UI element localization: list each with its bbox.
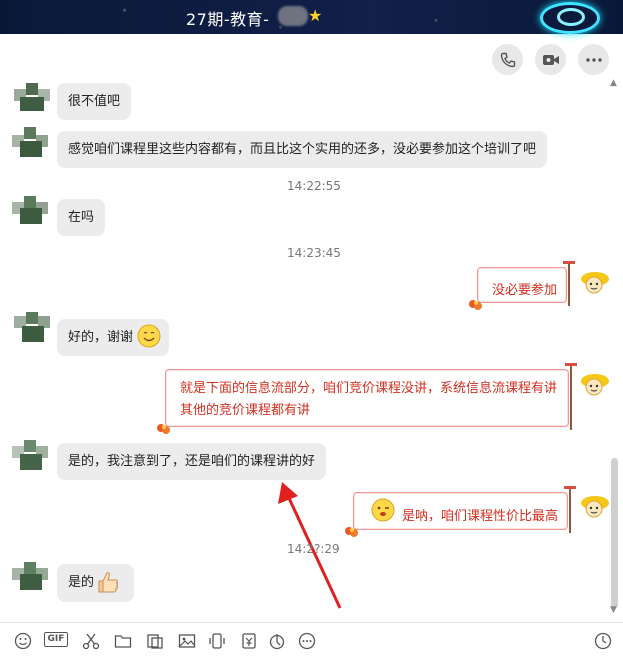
phone-icon[interactable] bbox=[492, 44, 523, 75]
voice-icon[interactable] bbox=[268, 632, 286, 650]
gif-label: GIF bbox=[44, 632, 68, 647]
avatar[interactable] bbox=[14, 83, 50, 119]
input-toolbar: GIF bbox=[0, 622, 623, 656]
message-text: 是的 bbox=[68, 575, 95, 590]
more-icon[interactable] bbox=[298, 632, 316, 650]
avatar[interactable] bbox=[14, 312, 50, 348]
folder-icon[interactable] bbox=[114, 632, 132, 650]
redacted-name bbox=[278, 6, 308, 26]
sent-message-line: 就是下面的信息流部分，咱们竞价课程没讲，系统信息流课程有讲 bbox=[180, 381, 558, 396]
bubble-pole-top bbox=[564, 486, 576, 489]
timestamp: 14:23:45 bbox=[287, 246, 341, 260]
emoji-icon[interactable] bbox=[14, 632, 32, 650]
qq-logo-inner bbox=[557, 8, 585, 26]
message-bubble: 在吗 bbox=[57, 199, 106, 236]
history-icon[interactable] bbox=[594, 632, 612, 650]
gif-icon[interactable]: GIF bbox=[44, 632, 68, 650]
sent-message-text: 没必要参加 bbox=[492, 283, 558, 298]
bubble-pole bbox=[570, 364, 572, 430]
thumbs-up-icon bbox=[98, 572, 118, 593]
timestamp: 14:2?:29 bbox=[287, 542, 340, 556]
scroll-up-icon[interactable]: ▲ bbox=[610, 78, 617, 88]
wink-emoji-icon bbox=[371, 498, 395, 522]
smile-emoji-icon bbox=[137, 324, 161, 348]
message-bubble: 感觉咱们课程里这些内容都有，而且比这个实用的还多，没必要参加这个培训了吧 bbox=[57, 131, 548, 168]
self-avatar[interactable] bbox=[580, 370, 610, 400]
scroll-down-icon[interactable]: ▼ bbox=[610, 605, 617, 615]
red-packet-icon[interactable] bbox=[240, 632, 258, 650]
avatar[interactable] bbox=[12, 440, 48, 476]
flower-icon bbox=[469, 300, 482, 310]
flower-icon bbox=[157, 424, 170, 434]
star-icon: ★ bbox=[308, 6, 323, 25]
message-bubble: 是的，我注意到了，还是咱们的课程讲的好 bbox=[57, 443, 327, 480]
call-buttons bbox=[492, 44, 609, 75]
avatar[interactable] bbox=[12, 127, 48, 163]
avatar[interactable] bbox=[12, 562, 48, 598]
image-icon[interactable] bbox=[178, 632, 196, 650]
bubble-pole-top bbox=[563, 261, 575, 264]
screenshot-icon[interactable] bbox=[146, 632, 164, 650]
shake-icon[interactable] bbox=[208, 632, 226, 650]
sent-message-text: 是呐，咱们课程性价比最高 bbox=[402, 509, 559, 524]
bubble-pole bbox=[569, 487, 571, 533]
chat-title: 27期-教育- bbox=[186, 10, 270, 29]
message-bubble: 很不值吧 bbox=[57, 83, 132, 120]
bubble-pole-top bbox=[565, 363, 577, 366]
scissors-icon[interactable] bbox=[82, 632, 100, 650]
self-avatar[interactable] bbox=[580, 268, 610, 298]
avatar[interactable] bbox=[12, 196, 48, 232]
more-icon[interactable] bbox=[578, 44, 609, 75]
bubble-pole bbox=[568, 262, 570, 306]
timestamp: 14:22:55 bbox=[287, 179, 341, 193]
sent-message-line: 其他的竞价课程都有讲 bbox=[180, 403, 311, 418]
message-text: 好的，谢谢 bbox=[68, 330, 134, 345]
video-icon[interactable] bbox=[535, 44, 566, 75]
sent-message-bubble: 没必要参加 bbox=[469, 261, 575, 310]
sent-message-bubble: 就是下面的信息流部分，咱们竞价课程没讲，系统信息流课程有讲 其他的竞价课程都有讲 bbox=[157, 363, 577, 434]
self-avatar[interactable] bbox=[580, 492, 610, 522]
scroll-thumb[interactable] bbox=[611, 458, 618, 608]
title-bar: 27期-教育- ★ bbox=[0, 0, 623, 34]
